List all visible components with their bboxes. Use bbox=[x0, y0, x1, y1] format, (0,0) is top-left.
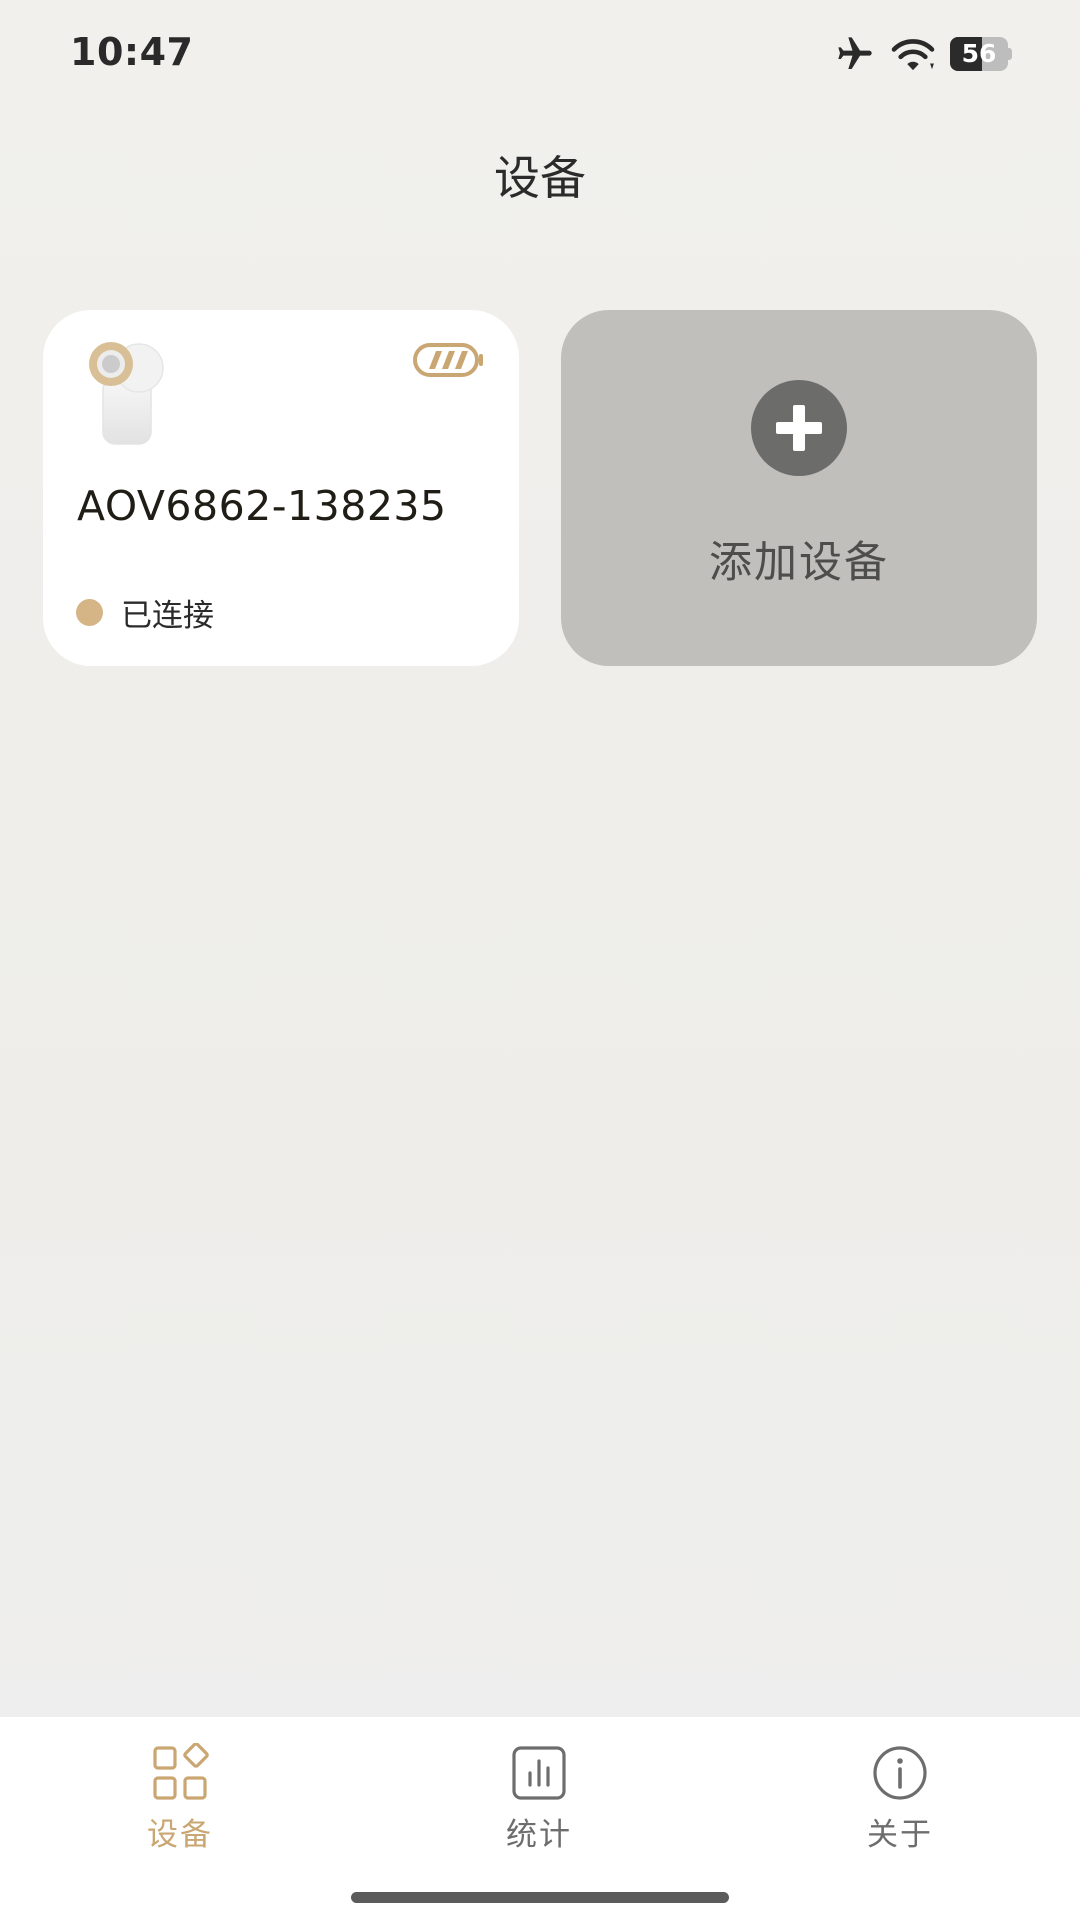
add-device-label: 添加设备 bbox=[709, 538, 889, 588]
tab-stats[interactable]: 统计 bbox=[439, 1743, 639, 1863]
info-icon bbox=[870, 1743, 930, 1803]
battery-level-text: 56 bbox=[961, 39, 997, 68]
tab-about[interactable]: 关于 bbox=[800, 1743, 1000, 1863]
status-bar: 10:47 56 bbox=[0, 0, 1080, 110]
device-card[interactable]: AOV6862-138235 已连接 bbox=[43, 310, 519, 666]
tab-devices[interactable]: 设备 bbox=[80, 1742, 280, 1863]
battery-icon: 56 bbox=[950, 37, 1012, 71]
status-time: 10:47 bbox=[70, 30, 194, 74]
tab-devices-label: 设备 bbox=[147, 1817, 213, 1853]
device-name: AOV6862-138235 bbox=[77, 482, 447, 530]
bottom-nav: 设备 统计 关于 bbox=[0, 1717, 1080, 1920]
connection-status: 已连接 bbox=[76, 590, 214, 635]
status-text: 已连接 bbox=[121, 598, 214, 634]
grid-icon bbox=[150, 1742, 210, 1803]
page-title: 设备 bbox=[494, 151, 586, 205]
status-dot bbox=[76, 599, 103, 626]
battery-icon bbox=[413, 342, 485, 378]
airplane-icon bbox=[834, 34, 876, 74]
add-device-button[interactable]: 添加设备 bbox=[561, 310, 1037, 666]
wifi-icon bbox=[890, 35, 936, 73]
home-indicator[interactable] bbox=[351, 1892, 729, 1903]
status-icons: 56 bbox=[834, 32, 1012, 76]
tab-about-label: 关于 bbox=[867, 1817, 933, 1853]
plus-icon bbox=[751, 380, 847, 476]
tab-stats-label: 统计 bbox=[506, 1817, 572, 1853]
bar-chart-icon bbox=[509, 1743, 569, 1803]
earbuds-icon bbox=[83, 340, 183, 452]
